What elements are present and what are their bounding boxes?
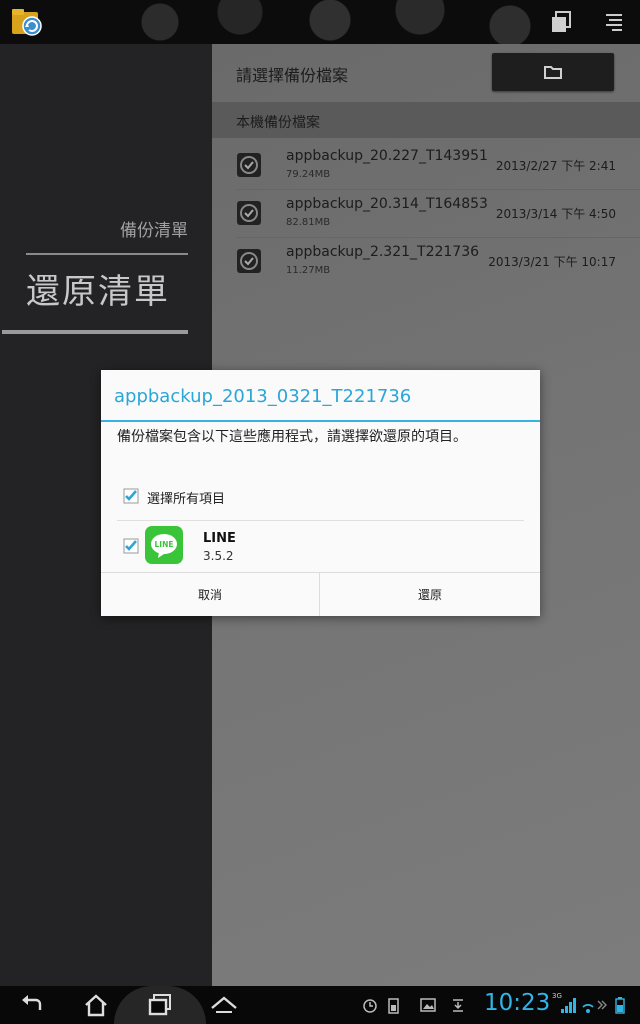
line-app-icon: LINE bbox=[145, 526, 183, 564]
file-row[interactable]: appbackup_2.321_T221736 11.27MB 2013/3/2… bbox=[212, 238, 640, 286]
app-backup-icon[interactable] bbox=[10, 6, 44, 38]
nav-restore-list[interactable]: 還原清單 bbox=[26, 264, 170, 313]
app-version: 3.5.2 bbox=[203, 549, 234, 563]
action-bar bbox=[0, 0, 640, 44]
battery-icon bbox=[615, 997, 625, 1014]
file-size: 79.24MB bbox=[286, 169, 331, 180]
chevron-right-icon bbox=[597, 1000, 607, 1010]
back-icon[interactable] bbox=[18, 992, 46, 1018]
file-row[interactable]: appbackup_20.314_T164853 82.81MB 2013/3/… bbox=[212, 190, 640, 238]
nav-selected-indicator bbox=[2, 330, 188, 334]
menu-icon[interactable] bbox=[600, 8, 628, 36]
file-date: 2013/3/21 下午 10:17 bbox=[488, 255, 616, 269]
gallery-icon bbox=[420, 998, 436, 1012]
file-row[interactable]: appbackup_20.227_T143951 79.24MB 2013/2/… bbox=[212, 142, 640, 190]
file-size: 11.27MB bbox=[286, 265, 331, 276]
file-name: appbackup_20.314_T164853 bbox=[286, 196, 488, 212]
restore-button[interactable]: 還原 bbox=[320, 573, 540, 616]
dialog-title-divider bbox=[101, 420, 540, 422]
app-name: LINE bbox=[203, 531, 236, 546]
panel-title: 請選擇備份檔案 bbox=[236, 66, 349, 85]
file-date: 2013/2/27 下午 2:41 bbox=[495, 159, 616, 173]
clock: 10:23 bbox=[484, 990, 551, 1016]
cancel-button[interactable]: 取消 bbox=[101, 573, 320, 616]
svg-text:LINE: LINE bbox=[155, 540, 174, 549]
backup-file-icon bbox=[237, 201, 261, 225]
restore-dialog: appbackup_2013_0321_T221736 備份檔案包含以下這些應用… bbox=[101, 370, 540, 616]
file-name: appbackup_20.227_T143951 bbox=[286, 148, 488, 164]
system-nav-bar: 10:23 3G bbox=[0, 986, 640, 1024]
file-date: 2013/3/14 下午 4:50 bbox=[495, 207, 616, 221]
backup-file-icon bbox=[237, 153, 261, 177]
copy-icon[interactable] bbox=[548, 8, 576, 36]
select-all-checkbox[interactable] bbox=[123, 488, 139, 504]
file-size: 82.81MB bbox=[286, 217, 331, 228]
alarm-icon bbox=[363, 999, 377, 1013]
backup-file-icon bbox=[237, 249, 261, 273]
select-all-label: 選擇所有項目 bbox=[147, 492, 226, 507]
wifi-icon bbox=[582, 1004, 594, 1013]
section-label: 本機備份檔案 bbox=[236, 115, 320, 131]
folder-button[interactable] bbox=[492, 53, 614, 91]
dialog-title: appbackup_2013_0321_T221736 bbox=[114, 386, 412, 407]
battery-settings-icon bbox=[388, 998, 399, 1014]
download-icon bbox=[453, 999, 463, 1012]
section-header: 本機備份檔案 bbox=[212, 102, 640, 138]
recent-apps-icon[interactable] bbox=[146, 992, 174, 1018]
app-checkbox[interactable] bbox=[123, 538, 139, 554]
nav-divider bbox=[26, 253, 188, 255]
dialog-row-divider bbox=[117, 520, 524, 521]
signal-icon bbox=[561, 998, 576, 1013]
file-name: appbackup_2.321_T221736 bbox=[286, 244, 480, 260]
nav-backup-list[interactable]: 備份清單 bbox=[120, 216, 188, 241]
notifications-up-icon[interactable] bbox=[210, 992, 238, 1018]
dialog-message: 備份檔案包含以下這些應用程式，請選擇欲還原的項目。 bbox=[117, 429, 467, 445]
home-icon[interactable] bbox=[82, 992, 110, 1018]
dialog-button-bar: 取消 還原 bbox=[101, 572, 540, 616]
folder-icon bbox=[544, 66, 562, 79]
